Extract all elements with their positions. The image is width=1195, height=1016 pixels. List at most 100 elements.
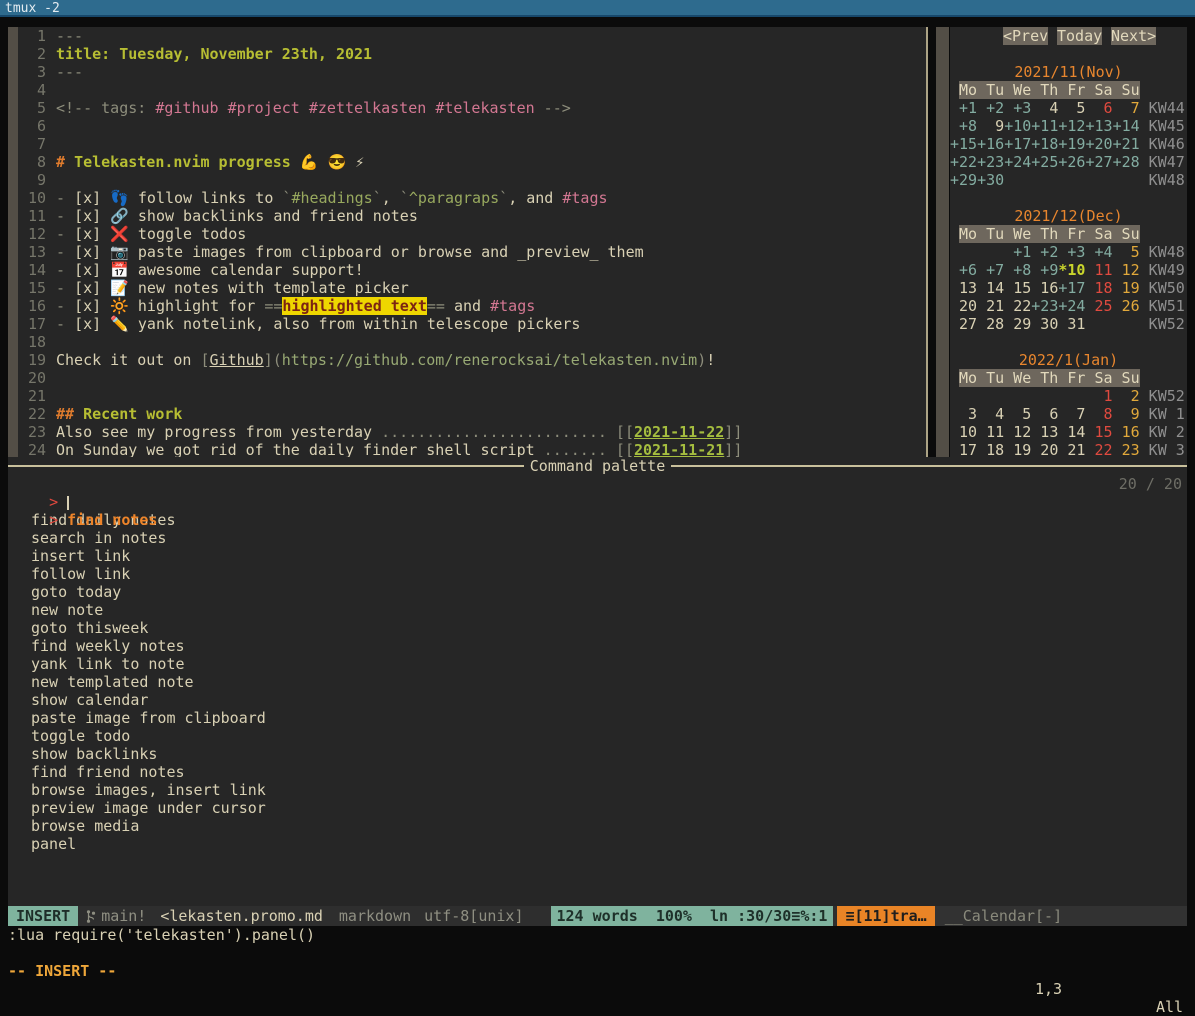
editor-line[interactable]: 20 — [18, 369, 926, 387]
calendar-day[interactable]: +25 — [1031, 153, 1058, 171]
calendar-day[interactable]: 9 — [1113, 405, 1140, 423]
calendar-day[interactable]: +14 — [1113, 117, 1140, 135]
calendar-today-button[interactable]: Today — [1057, 27, 1102, 45]
calendar-day[interactable]: 16 — [1113, 423, 1140, 441]
calendar-day[interactable]: +21 — [1113, 135, 1140, 153]
calendar-day[interactable]: 30 — [1031, 315, 1058, 333]
editor-line[interactable]: 17- [x] ✏️ yank notelink, also from with… — [18, 315, 926, 333]
editor-line[interactable]: 24On Sunday we got rid of the daily find… — [18, 441, 926, 457]
palette-item[interactable]: goto today — [8, 583, 1187, 601]
calendar-day[interactable]: 5 — [1113, 243, 1140, 261]
calendar-day[interactable]: *10 — [1058, 261, 1085, 279]
calendar-day[interactable]: 2 — [1113, 387, 1140, 405]
calendar-day[interactable]: +1 — [950, 99, 977, 117]
calendar-day[interactable]: 18 — [977, 441, 1004, 457]
calendar-day[interactable]: +10 — [1004, 117, 1031, 135]
calendar-day[interactable]: 16 — [1031, 279, 1058, 297]
calendar-day[interactable]: 9 — [977, 117, 1004, 135]
editor-line[interactable]: 2title: Tuesday, November 23th, 2021 — [18, 45, 926, 63]
calendar-day[interactable]: 21 — [977, 297, 1004, 315]
editor-line[interactable]: 12- [x] ❌ toggle todos — [18, 225, 926, 243]
palette-item[interactable]: new templated note — [8, 673, 1187, 691]
palette-item[interactable]: show calendar — [8, 691, 1187, 709]
editor-line[interactable]: 23Also see my progress from yesterday ..… — [18, 423, 926, 441]
calendar-day[interactable]: +13 — [1085, 117, 1112, 135]
palette-prompt-row[interactable]: > 20 / 20 — [8, 475, 1187, 493]
calendar-day[interactable]: +22 — [950, 153, 977, 171]
calendar-day[interactable]: +24 — [1058, 297, 1085, 315]
calendar-day[interactable]: 17 — [950, 441, 977, 457]
editor-line[interactable]: 1--- — [18, 27, 926, 45]
calendar-day[interactable]: 27 — [950, 315, 977, 333]
calendar-day[interactable]: +24 — [1004, 153, 1031, 171]
calendar-day[interactable]: +3 — [1004, 99, 1031, 117]
calendar-day[interactable]: +1 — [1004, 243, 1031, 261]
calendar-day[interactable]: 22 — [1085, 441, 1112, 457]
calendar-day[interactable]: +2 — [977, 99, 1004, 117]
calendar-day[interactable]: 3 — [950, 405, 977, 423]
editor-line[interactable]: 9 — [18, 171, 926, 189]
palette-item[interactable]: find friend notes — [8, 763, 1187, 781]
calendar-day[interactable]: +9 — [1031, 261, 1058, 279]
calendar-day[interactable]: +19 — [1058, 135, 1085, 153]
calendar-prev-button[interactable]: <Prev — [1003, 27, 1048, 45]
palette-item[interactable]: panel — [8, 835, 1187, 853]
calendar-day[interactable]: 8 — [1085, 405, 1112, 423]
editor-line[interactable]: 10- [x] 👣 follow links to `#headings`, `… — [18, 189, 926, 207]
calendar-day[interactable]: +18 — [1031, 135, 1058, 153]
calendar-day[interactable]: +17 — [1058, 279, 1085, 297]
palette-item[interactable]: search in notes — [8, 529, 1187, 547]
calendar-day[interactable]: +15 — [950, 135, 977, 153]
calendar-day[interactable]: +2 — [1031, 243, 1058, 261]
palette-item[interactable]: browse images, insert link — [8, 781, 1187, 799]
calendar-day[interactable]: 11 — [977, 423, 1004, 441]
calendar-day[interactable]: +3 — [1058, 243, 1085, 261]
calendar-day[interactable]: 28 — [977, 315, 1004, 333]
calendar-day[interactable]: +30 — [977, 171, 1004, 189]
editor-line[interactable]: 13- [x] 📷 paste images from clipboard or… — [18, 243, 926, 261]
calendar-day[interactable]: 18 — [1085, 279, 1112, 297]
scrollbar-right[interactable] — [936, 27, 949, 457]
calendar-day[interactable]: 19 — [1113, 279, 1140, 297]
calendar-day[interactable]: 14 — [977, 279, 1004, 297]
calendar-day[interactable]: +27 — [1085, 153, 1112, 171]
palette-item[interactable]: browse media — [8, 817, 1187, 835]
calendar-next-button[interactable]: Next> — [1111, 27, 1156, 45]
calendar-day[interactable]: +8 — [950, 117, 977, 135]
calendar-day[interactable]: 23 — [1113, 441, 1140, 457]
calendar-day[interactable]: 1 — [1085, 387, 1112, 405]
calendar-day[interactable]: 7 — [1058, 405, 1085, 423]
palette-item[interactable]: show backlinks — [8, 745, 1187, 763]
calendar-day[interactable]: 5 — [1058, 99, 1085, 117]
editor-line[interactable]: 19Check it out on [Github](https://githu… — [18, 351, 926, 369]
editor-pane[interactable]: 1---2title: Tuesday, November 23th, 2021… — [18, 27, 926, 457]
calendar-day[interactable]: 4 — [977, 405, 1004, 423]
calendar-day[interactable]: 4 — [1031, 99, 1058, 117]
palette-item-selected[interactable]: >find notes — [8, 493, 1187, 511]
calendar-day[interactable]: 12 — [1113, 261, 1140, 279]
palette-item[interactable]: preview image under cursor — [8, 799, 1187, 817]
palette-item[interactable]: toggle todo — [8, 727, 1187, 745]
calendar-day[interactable]: 15 — [1085, 423, 1112, 441]
calendar-day[interactable]: 25 — [1085, 297, 1112, 315]
calendar-day[interactable]: 6 — [1031, 405, 1058, 423]
editor-line[interactable]: 6 — [18, 117, 926, 135]
palette-item[interactable]: paste image from clipboard — [8, 709, 1187, 727]
calendar-day[interactable]: 15 — [1004, 279, 1031, 297]
calendar-day[interactable]: 20 — [950, 297, 977, 315]
calendar-day[interactable]: +23 — [1031, 297, 1058, 315]
editor-line[interactable]: 5<!-- tags: #github #project #zettelkast… — [18, 99, 926, 117]
calendar-day[interactable]: 19 — [1004, 441, 1031, 457]
palette-item[interactable]: find daily notes — [8, 511, 1187, 529]
calendar-day[interactable]: 29 — [1004, 315, 1031, 333]
calendar-day[interactable]: 10 — [950, 423, 977, 441]
calendar-day[interactable]: +8 — [1004, 261, 1031, 279]
palette-item[interactable]: goto thisweek — [8, 619, 1187, 637]
editor-line[interactable]: 8# Telekasten.nvim progress 💪 😎 ⚡ — [18, 153, 926, 171]
scrollbar-left[interactable] — [8, 27, 18, 457]
calendar-day[interactable]: +26 — [1058, 153, 1085, 171]
vim-command-line[interactable]: :lua require('telekasten').panel() — [8, 926, 1187, 944]
calendar-day[interactable]: +6 — [950, 261, 977, 279]
calendar-day[interactable]: 13 — [950, 279, 977, 297]
calendar-day[interactable]: 11 — [1085, 261, 1112, 279]
